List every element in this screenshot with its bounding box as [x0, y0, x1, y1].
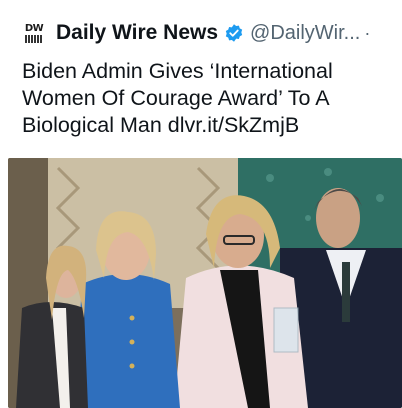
more-options-icon[interactable]: ·: [364, 23, 370, 44]
ceremony-photo: [8, 158, 402, 408]
tweet-text: Biden Admin Gives ‘International Women O…: [22, 59, 333, 137]
author-name[interactable]: Daily Wire News: [56, 21, 218, 45]
avatar-logo-mark: [25, 34, 43, 43]
avatar[interactable]: DW: [22, 21, 46, 45]
tweet-header: DW Daily Wire News @DailyWir... ·: [22, 18, 394, 48]
tweet-card: DW Daily Wire News @DailyWir... · Biden …: [0, 0, 402, 408]
author-handle[interactable]: @DailyWir...: [250, 22, 360, 45]
verified-badge-icon: [224, 23, 244, 43]
avatar-logo-text: DW: [24, 22, 44, 34]
tweet-media-image[interactable]: [8, 158, 402, 408]
